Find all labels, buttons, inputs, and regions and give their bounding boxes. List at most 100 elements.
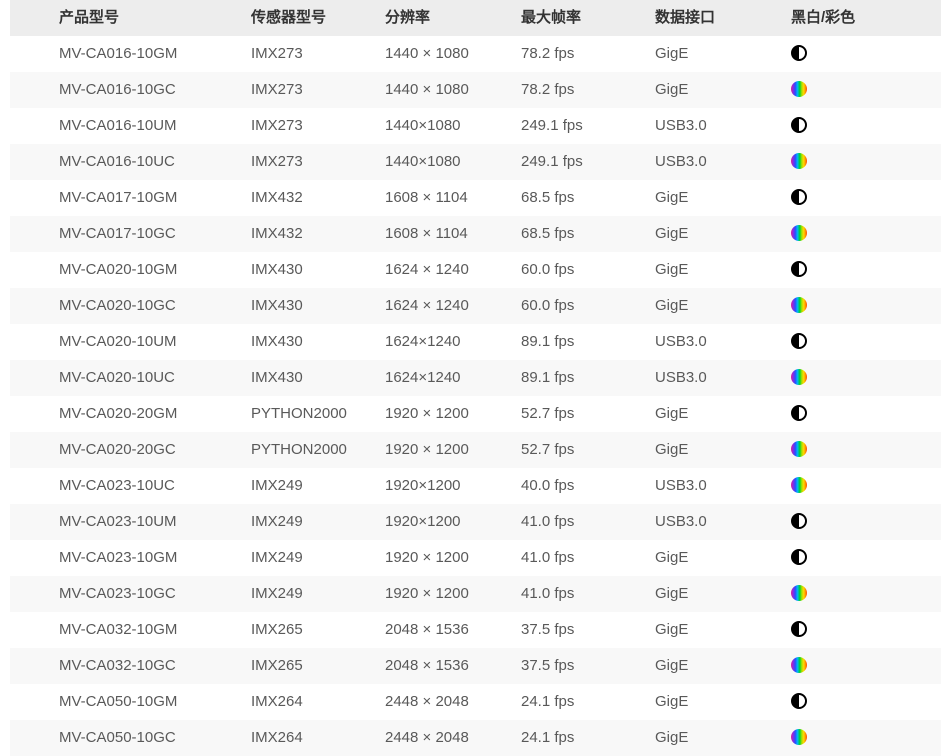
cell-max-frame-rate: 89.1 fps — [521, 324, 655, 360]
cell-chroma — [791, 612, 941, 648]
cell-max-frame-rate: 78.2 fps — [521, 72, 655, 108]
cell-chroma — [791, 252, 941, 288]
cell-interface: USB3.0 — [655, 144, 791, 180]
mono-half-circle-icon — [791, 117, 807, 133]
cell-model: MV-CA020-10GC — [10, 288, 251, 324]
cell-model: MV-CA020-20GC — [10, 432, 251, 468]
cell-chroma — [791, 360, 941, 396]
color-rainbow-circle-icon — [791, 441, 807, 457]
cell-model: MV-CA020-10UC — [10, 360, 251, 396]
cell-chroma — [791, 72, 941, 108]
cell-resolution: 1440 × 1080 — [385, 72, 521, 108]
color-rainbow-circle-icon — [791, 657, 807, 673]
cell-interface: GigE — [655, 648, 791, 684]
cell-resolution: 1624 × 1240 — [385, 252, 521, 288]
cell-interface: USB3.0 — [655, 504, 791, 540]
cell-interface: USB3.0 — [655, 360, 791, 396]
cell-model: MV-CA016-10GC — [10, 72, 251, 108]
color-rainbow-circle-icon — [791, 585, 807, 601]
cell-max-frame-rate: 68.5 fps — [521, 216, 655, 252]
table-row: MV-CA020-10GMIMX4301624 × 124060.0 fpsGi… — [10, 252, 941, 288]
cell-model: MV-CA016-10UM — [10, 108, 251, 144]
cell-max-frame-rate: 249.1 fps — [521, 108, 655, 144]
cell-model: MV-CA016-10GM — [10, 36, 251, 72]
cell-chroma — [791, 720, 941, 756]
cell-max-frame-rate: 60.0 fps — [521, 288, 655, 324]
cell-model: MV-CA020-10GM — [10, 252, 251, 288]
color-rainbow-circle-icon — [791, 225, 807, 241]
cell-interface: GigE — [655, 576, 791, 612]
cell-resolution: 1624×1240 — [385, 360, 521, 396]
cell-resolution: 1920 × 1200 — [385, 540, 521, 576]
cell-interface: USB3.0 — [655, 324, 791, 360]
cell-interface: GigE — [655, 396, 791, 432]
cell-model: MV-CA023-10GC — [10, 576, 251, 612]
cell-chroma — [791, 324, 941, 360]
cell-max-frame-rate: 78.2 fps — [521, 36, 655, 72]
cell-sensor: IMX265 — [251, 648, 385, 684]
cell-sensor: IMX273 — [251, 108, 385, 144]
mono-half-circle-icon — [791, 405, 807, 421]
cell-max-frame-rate: 37.5 fps — [521, 612, 655, 648]
cell-sensor: IMX264 — [251, 684, 385, 720]
mono-half-circle-icon — [791, 693, 807, 709]
table-row: MV-CA016-10GCIMX2731440 × 108078.2 fpsGi… — [10, 72, 941, 108]
cell-resolution: 1920 × 1200 — [385, 432, 521, 468]
mono-half-circle-icon — [791, 621, 807, 637]
cell-max-frame-rate: 41.0 fps — [521, 576, 655, 612]
cell-max-frame-rate: 41.0 fps — [521, 540, 655, 576]
cell-resolution: 1624×1240 — [385, 324, 521, 360]
cell-resolution: 1440×1080 — [385, 108, 521, 144]
mono-half-circle-icon — [791, 261, 807, 277]
page: 产品型号 传感器型号 分辨率 最大帧率 数据接口 黑白/彩色 MV-CA016-… — [0, 0, 941, 756]
cell-sensor: IMX430 — [251, 360, 385, 396]
cell-max-frame-rate: 60.0 fps — [521, 252, 655, 288]
cell-resolution: 1608 × 1104 — [385, 216, 521, 252]
cell-resolution: 1920 × 1200 — [385, 576, 521, 612]
cell-chroma — [791, 36, 941, 72]
cell-sensor: IMX249 — [251, 504, 385, 540]
cell-interface: GigE — [655, 72, 791, 108]
table-row: MV-CA023-10UCIMX2491920×120040.0 fpsUSB3… — [10, 468, 941, 504]
cell-chroma — [791, 468, 941, 504]
cell-resolution: 2048 × 1536 — [385, 648, 521, 684]
table-row: MV-CA016-10UMIMX2731440×1080249.1 fpsUSB… — [10, 108, 941, 144]
cell-resolution: 2448 × 2048 — [385, 684, 521, 720]
cell-sensor: IMX432 — [251, 180, 385, 216]
cell-chroma — [791, 396, 941, 432]
table-body: MV-CA016-10GMIMX2731440 × 108078.2 fpsGi… — [10, 36, 941, 756]
cell-max-frame-rate: 40.0 fps — [521, 468, 655, 504]
mono-half-circle-icon — [791, 549, 807, 565]
cell-sensor: IMX249 — [251, 468, 385, 504]
cell-max-frame-rate: 249.1 fps — [521, 144, 655, 180]
table-row: MV-CA050-10GMIMX2642448 × 204824.1 fpsGi… — [10, 684, 941, 720]
cell-model: MV-CA017-10GC — [10, 216, 251, 252]
table-row: MV-CA020-20GMPYTHON20001920 × 120052.7 f… — [10, 396, 941, 432]
color-rainbow-circle-icon — [791, 729, 807, 745]
table-row: MV-CA016-10UCIMX2731440×1080249.1 fpsUSB… — [10, 144, 941, 180]
column-header-resolution: 分辨率 — [385, 0, 521, 36]
table-row: MV-CA020-10UCIMX4301624×124089.1 fpsUSB3… — [10, 360, 941, 396]
cell-max-frame-rate: 41.0 fps — [521, 504, 655, 540]
cell-chroma — [791, 288, 941, 324]
cell-interface: GigE — [655, 684, 791, 720]
mono-half-circle-icon — [791, 333, 807, 349]
table-row: MV-CA023-10GCIMX2491920 × 120041.0 fpsGi… — [10, 576, 941, 612]
cell-model: MV-CA017-10GM — [10, 180, 251, 216]
cell-sensor: IMX273 — [251, 36, 385, 72]
cell-resolution: 1920 × 1200 — [385, 396, 521, 432]
cell-resolution: 1920×1200 — [385, 504, 521, 540]
cell-model: MV-CA020-10UM — [10, 324, 251, 360]
cell-max-frame-rate: 89.1 fps — [521, 360, 655, 396]
cell-max-frame-rate: 37.5 fps — [521, 648, 655, 684]
cell-interface: USB3.0 — [655, 108, 791, 144]
table-row: MV-CA050-10GCIMX2642448 × 204824.1 fpsGi… — [10, 720, 941, 756]
mono-half-circle-icon — [791, 45, 807, 61]
table-row: MV-CA016-10GMIMX2731440 × 108078.2 fpsGi… — [10, 36, 941, 72]
cell-model: MV-CA050-10GM — [10, 684, 251, 720]
column-header-model: 产品型号 — [10, 0, 251, 36]
cell-model: MV-CA023-10UC — [10, 468, 251, 504]
table-header: 产品型号 传感器型号 分辨率 最大帧率 数据接口 黑白/彩色 — [10, 0, 941, 36]
cell-max-frame-rate: 24.1 fps — [521, 684, 655, 720]
cell-interface: GigE — [655, 720, 791, 756]
